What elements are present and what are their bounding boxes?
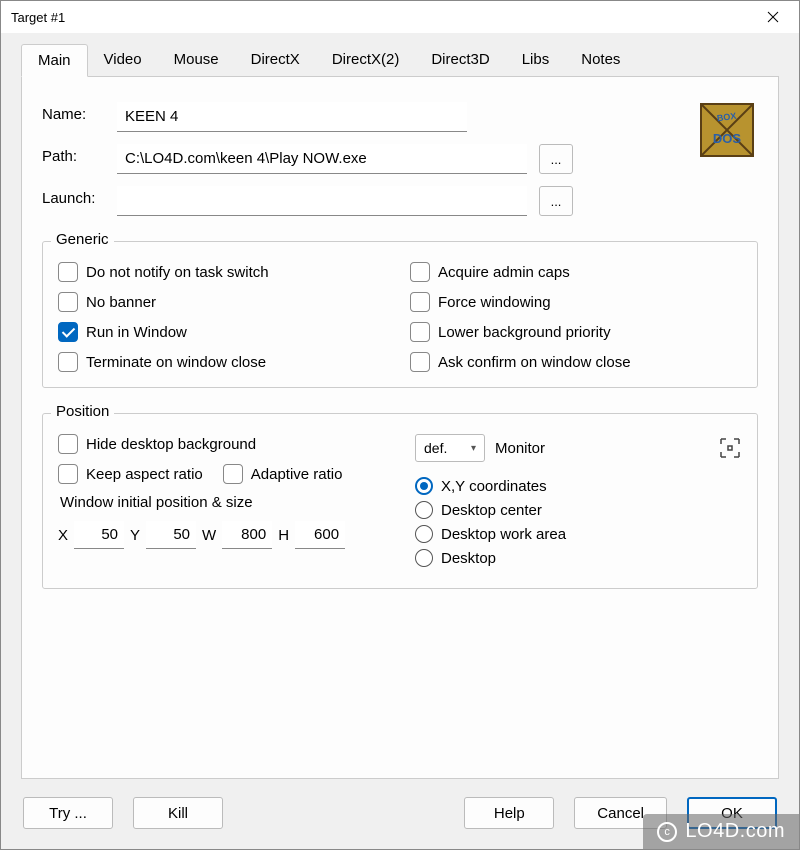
radio-xy-label: X,Y coordinates (441, 478, 547, 495)
launch-browse-button[interactable]: ... (539, 186, 573, 216)
chevron-down-icon: ▾ (471, 443, 476, 454)
tab-libs[interactable]: Libs (506, 44, 566, 77)
radio-desktop-label: Desktop (441, 550, 496, 567)
svg-text:DOS: DOS (713, 131, 742, 146)
position-title: Position (51, 403, 114, 420)
watermark: c LO4D.com (643, 814, 799, 849)
launch-label: Launch: (42, 186, 117, 207)
radio-xy[interactable] (415, 477, 433, 495)
cb-keep-aspect-label: Keep aspect ratio (86, 466, 203, 483)
monitor-combo-value: def. (424, 440, 447, 456)
cb-adaptive-label: Adaptive ratio (251, 466, 343, 483)
tab-mouse[interactable]: Mouse (158, 44, 235, 77)
tab-direct3d[interactable]: Direct3D (415, 44, 505, 77)
tab-bar: Main Video Mouse DirectX DirectX(2) Dire… (21, 43, 779, 77)
cb-confirm-close[interactable] (410, 352, 430, 372)
w-input[interactable] (222, 521, 272, 549)
path-label: Path: (42, 144, 117, 165)
cb-no-notify[interactable] (58, 262, 78, 282)
kill-button[interactable]: Kill (133, 797, 223, 829)
x-input[interactable] (74, 521, 124, 549)
help-button[interactable]: Help (464, 797, 554, 829)
cb-confirm-close-label: Ask confirm on window close (438, 354, 631, 371)
watermark-text: LO4D.com (685, 820, 785, 843)
cb-no-banner[interactable] (58, 292, 78, 312)
init-pos-label: Window initial position & size (60, 494, 385, 511)
y-input[interactable] (146, 521, 196, 549)
cb-admin-caps[interactable] (410, 262, 430, 282)
window-title: Target #1 (11, 10, 757, 25)
radio-workarea[interactable] (415, 525, 433, 543)
h-label: H (278, 527, 289, 544)
tab-directx[interactable]: DirectX (235, 44, 316, 77)
cb-keep-aspect[interactable] (58, 464, 78, 484)
radio-center[interactable] (415, 501, 433, 519)
path-browse-button[interactable]: ... (539, 144, 573, 174)
radio-desktop[interactable] (415, 549, 433, 567)
cb-no-banner-label: No banner (86, 294, 156, 311)
radio-center-label: Desktop center (441, 502, 542, 519)
cb-force-window-label: Force windowing (438, 294, 551, 311)
generic-group: Generic Do not notify on task switch Acq… (42, 241, 758, 388)
h-input[interactable] (295, 521, 345, 549)
monitor-label: Monitor (495, 440, 545, 457)
cb-hide-desktop-label: Hide desktop background (86, 436, 256, 453)
cb-terminate-close[interactable] (58, 352, 78, 372)
cb-adaptive[interactable] (223, 464, 243, 484)
generic-title: Generic (51, 231, 114, 248)
tab-directx2[interactable]: DirectX(2) (316, 44, 416, 77)
w-label: W (202, 527, 216, 544)
close-icon (767, 11, 779, 23)
monitor-combo[interactable]: def. ▾ (415, 434, 485, 462)
name-label: Name: (42, 102, 117, 123)
cb-run-in-window[interactable] (58, 322, 78, 342)
cb-force-window[interactable] (410, 292, 430, 312)
launch-input[interactable] (117, 186, 527, 216)
try-button[interactable]: Try ... (23, 797, 113, 829)
radio-workarea-label: Desktop work area (441, 526, 566, 543)
position-group: Position Hide desktop background Keep as… (42, 413, 758, 589)
dialog-window: Target #1 Main Video Mouse DirectX Direc… (0, 0, 800, 850)
dosbox-icon: BOX DOS (700, 103, 754, 157)
cb-lower-priority-label: Lower background priority (438, 324, 611, 341)
tab-video[interactable]: Video (88, 44, 158, 77)
name-input[interactable] (117, 102, 467, 132)
close-button[interactable] (757, 1, 789, 33)
titlebar: Target #1 (1, 1, 799, 33)
copyright-icon: c (657, 822, 677, 842)
cb-run-in-window-label: Run in Window (86, 324, 187, 341)
cb-lower-priority[interactable] (410, 322, 430, 342)
tab-panel-main: Name: Path: ... Launch: ... BOX DOS (21, 77, 779, 779)
tab-notes[interactable]: Notes (565, 44, 636, 77)
cb-no-notify-label: Do not notify on task switch (86, 264, 269, 281)
x-label: X (58, 527, 68, 544)
tab-main[interactable]: Main (21, 44, 88, 77)
position-picker-icon[interactable] (718, 436, 742, 460)
cb-admin-caps-label: Acquire admin caps (438, 264, 570, 281)
y-label: Y (130, 527, 140, 544)
path-input[interactable] (117, 144, 527, 174)
cb-hide-desktop[interactable] (58, 434, 78, 454)
cb-terminate-close-label: Terminate on window close (86, 354, 266, 371)
